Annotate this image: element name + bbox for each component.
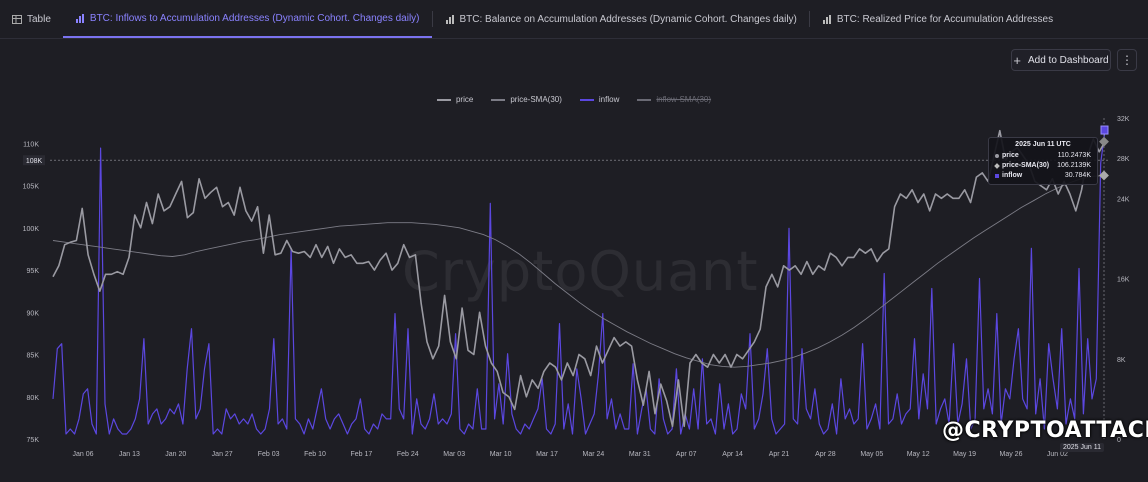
- x-tick-label: Mar 31: [629, 451, 651, 458]
- marker-inflow: [1100, 125, 1109, 135]
- tooltip-label: price-SMA(30): [1002, 162, 1050, 169]
- tooltip-label: inflow: [1002, 172, 1023, 179]
- y-right-tick-label: 16K: [1117, 277, 1130, 284]
- y-tick-label: 75K: [27, 437, 40, 444]
- plot-area: [52, 129, 1106, 435]
- y-axis-right: 32K28K24K16K8K0: [1117, 116, 1130, 444]
- x-tick-label: May 26: [1000, 451, 1023, 458]
- x-tick-label: May 19: [953, 451, 976, 458]
- x-axis: Jan 06 Jan 13 Jan 20 Jan 27 Feb 03 Feb 10 Feb …: [72, 451, 1068, 458]
- x-tick-label: Jun 02: [1047, 451, 1068, 458]
- x-tick-label: Apr 07: [676, 451, 697, 458]
- series-line-inflow: [52, 129, 1106, 435]
- tooltip-label: price: [1002, 152, 1019, 159]
- tooltip-row: inflow 30.784K: [995, 171, 1091, 181]
- x-tick-label: Mar 24: [583, 451, 605, 458]
- x-tick-label: Apr 14: [722, 451, 743, 458]
- x-tick-label: Mar 10: [490, 451, 512, 458]
- x-tick-label: Feb 17: [351, 451, 373, 458]
- crosshair-date-badge: 2025 Jun 11: [1060, 443, 1105, 452]
- x-tick-label: Jan 27: [212, 451, 233, 458]
- y-right-tick-label: 28K: [1117, 156, 1130, 163]
- y-tick-label: 90K: [27, 310, 40, 317]
- y-tick-label: 100K: [23, 226, 40, 233]
- x-tick-label: Feb 24: [397, 451, 419, 458]
- y-tick-label: 110K: [23, 141, 39, 148]
- x-tick-label: Feb 10: [304, 451, 326, 458]
- x-tick-label: Jan 06: [72, 451, 93, 458]
- x-tick-label: Jan 13: [119, 451, 140, 458]
- credit-watermark: @CRYPTOATTACK: [942, 418, 1148, 443]
- tooltip-dot: [995, 174, 999, 178]
- tooltip-value: 30.784K: [1064, 172, 1091, 179]
- chart-tooltip: 2025 Jun 11 UTC price 110.2473K price-SM…: [988, 137, 1098, 185]
- tooltip-title: 2025 Jun 11 UTC: [1015, 141, 1071, 148]
- y-tick-label: 85K: [27, 353, 40, 360]
- crosshair-price-label: 108K: [26, 158, 43, 165]
- y-right-tick-label: 32K: [1117, 116, 1130, 123]
- tooltip-row: price-SMA(30) 106.2139K: [994, 161, 1091, 171]
- marker-price: [1099, 136, 1109, 147]
- x-tick-label: Mar 03: [443, 451, 465, 458]
- x-tick-label: Jan 20: [165, 451, 186, 458]
- tooltip-value: 106.2139K: [1057, 162, 1091, 169]
- tooltip-dot: [995, 154, 999, 158]
- series-line-price-sma: [52, 174, 1106, 368]
- y-tick-label: 80K: [27, 395, 40, 402]
- tooltip-value: 110.2473K: [1057, 152, 1091, 159]
- y-right-tick-label: 24K: [1117, 196, 1130, 203]
- x-tick-label: Apr 28: [815, 451, 836, 458]
- x-tick-label: Mar 17: [536, 451, 558, 458]
- y-axis-left: 110K 105K 100K 95K 90K 85K 80K 75K: [23, 141, 40, 444]
- x-tick-label: May 12: [907, 451, 930, 458]
- x-tick-label: May 05: [860, 451, 883, 458]
- chart-canvas[interactable]: 110K 105K 100K 95K 90K 85K 80K 75K 32K 28K 24K 16K…: [0, 0, 1148, 482]
- tooltip-row: price 110.2473K: [995, 151, 1091, 161]
- y-right-tick-label: 8K: [1117, 357, 1126, 364]
- y-tick-label: 105K: [23, 184, 40, 191]
- tooltip-dot: [994, 163, 1000, 169]
- x-tick-label: Feb 03: [258, 451, 280, 458]
- y-tick-label: 95K: [27, 268, 40, 275]
- x-tick-label: Apr 21: [769, 451, 790, 458]
